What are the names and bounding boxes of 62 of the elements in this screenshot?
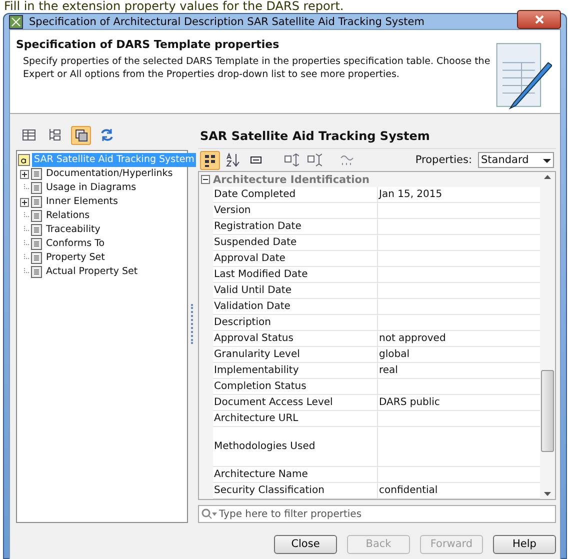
document-icon <box>31 168 42 180</box>
document-icon <box>31 182 42 194</box>
property-name: Registration Date <box>213 219 378 234</box>
property-value[interactable]: Jan 15, 2015 <box>379 189 442 200</box>
tree-item[interactable]: Actual Property Set <box>44 265 140 279</box>
document-icon <box>31 196 42 208</box>
property-value[interactable]: global <box>379 349 410 360</box>
expand-icon[interactable] <box>20 170 29 178</box>
property-name: Suspended Date <box>213 235 378 250</box>
group-header: Architecture Identification <box>213 174 370 186</box>
tree-item[interactable]: Traceability <box>44 223 102 237</box>
properties-label: Properties: <box>415 154 472 166</box>
property-value[interactable]: DARS public <box>379 397 440 408</box>
property-value[interactable]: confidential <box>379 485 438 496</box>
tree-item[interactable]: Conforms To <box>44 237 107 251</box>
document-icon <box>31 252 42 264</box>
header-title: Specification of DARS Template properties <box>16 38 280 51</box>
property-name: Validation Date <box>213 299 378 314</box>
copy-icon[interactable] <box>71 126 91 144</box>
scrollbar-thumb[interactable] <box>541 370 554 452</box>
property-name: Granularity Level <box>213 347 378 362</box>
property-name: Architecture Name <box>213 467 378 482</box>
window-title: Specification of Architectural Description SAR Satellite Aid Tracking System <box>29 16 426 28</box>
property-name: Date Completed <box>213 187 378 202</box>
dialog-button[interactable]: Close <box>274 534 337 554</box>
property-name: Implementability <box>213 363 378 378</box>
property-name: Approval Status <box>213 331 378 346</box>
header-description: Specify properties of the selected DARS Template in the properties specification table. Choose the Expert or All options from the Properties drop-down list to see more properties. <box>22 55 492 81</box>
property-name: Approval Date <box>213 251 378 266</box>
tree-item[interactable]: Documentation/Hyperlinks <box>44 167 175 181</box>
properties-dropdown[interactable]: Standard <box>478 152 554 168</box>
document-icon <box>31 224 42 236</box>
tree-item[interactable]: Usage in Diagrams <box>44 181 138 195</box>
document-icon <box>31 266 42 278</box>
property-name: Completion Status <box>213 379 378 394</box>
property-name: Description <box>213 315 378 330</box>
property-name: Document Access Level <box>213 395 378 410</box>
property-name: Last Modified Date <box>213 267 378 282</box>
document-icon <box>31 238 42 250</box>
property-name: Architecture URL <box>213 411 378 426</box>
tree-item[interactable]: Inner Elements <box>44 195 120 209</box>
close-button[interactable] <box>517 10 561 29</box>
dialog-button[interactable]: Help <box>493 534 556 554</box>
property-name: Valid Until Date <box>213 283 378 298</box>
expand-icon[interactable] <box>20 198 29 206</box>
close-icon <box>534 15 544 24</box>
tree-item[interactable]: Relations <box>44 209 92 223</box>
collapse-icon[interactable] <box>201 175 210 184</box>
property-name: Security Classification <box>213 483 378 498</box>
property-value[interactable]: not approved <box>379 333 446 344</box>
categorized-icon[interactable] <box>200 150 220 170</box>
property-name: Methodologies Used <box>213 427 378 466</box>
panel-title: SAR Satellite Aid Tracking System <box>199 128 431 145</box>
element-icon <box>18 154 30 166</box>
property-value[interactable]: real <box>379 365 398 376</box>
tree-item[interactable]: Property Set <box>44 251 107 265</box>
scroll-up-icon[interactable] <box>544 174 551 179</box>
caption-text: Fill in the extension property values for the DARS report. <box>3 0 345 13</box>
document-icon <box>31 210 42 222</box>
scroll-down-icon[interactable] <box>544 492 551 497</box>
filter-field[interactable]: Type here to filter properties <box>198 505 556 523</box>
property-name: Version <box>213 203 378 218</box>
